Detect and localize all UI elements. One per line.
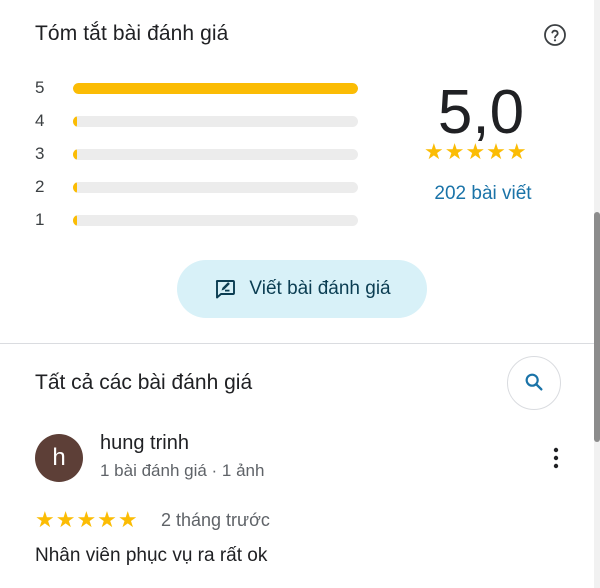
rating-bar-4: 4	[35, 111, 365, 144]
rating-bar-track	[73, 149, 358, 160]
more-vert-icon	[553, 447, 559, 474]
rating-bar-fill	[73, 149, 78, 160]
rating-bar-track	[73, 116, 358, 127]
average-rating: 5,0	[437, 78, 525, 147]
reviewer-avatar[interactable]: h	[35, 434, 83, 482]
review-time: 2 tháng trước	[161, 510, 270, 530]
rating-bar-2: 2	[35, 177, 365, 210]
rating-bar-label: 4	[35, 111, 45, 130]
rating-bar-track	[73, 182, 358, 193]
rating-distribution: 5 4 3 2 1	[35, 78, 365, 243]
summary-title: Tóm tắt bài đánh giá	[35, 22, 229, 45]
more-options-button[interactable]	[546, 446, 566, 474]
rating-bar-track	[73, 215, 358, 226]
write-review-label: Viết bài đánh giá	[249, 278, 391, 299]
section-divider	[0, 343, 600, 344]
rating-bar-fill	[73, 116, 78, 127]
scrollbar-thumb[interactable]	[594, 212, 600, 442]
rating-bar-1: 1	[35, 210, 365, 243]
review-count-link[interactable]: 202 bài viết	[424, 183, 542, 205]
rating-bar-label: 2	[35, 177, 45, 196]
rating-bar-3: 3	[35, 144, 365, 177]
rating-bar-fill	[73, 83, 358, 94]
rating-bar-label: 1	[35, 210, 45, 229]
search-icon	[523, 371, 545, 396]
review-stars: ★★★★★	[35, 507, 139, 532]
help-icon[interactable]	[543, 23, 567, 47]
write-review-button[interactable]: Viết bài đánh giá	[177, 260, 427, 318]
rating-bar-label: 5	[35, 78, 45, 97]
reviewer-meta: 1 bài đánh giá · 1 ảnh	[100, 461, 265, 480]
write-review-icon	[213, 277, 237, 301]
rating-bar-5: 5	[35, 78, 365, 111]
reviewer-name[interactable]: hung trinh	[100, 432, 189, 455]
search-reviews-button[interactable]	[507, 356, 561, 410]
rating-bar-fill	[73, 215, 78, 226]
review-text: Nhân viên phục vụ ra rất ok	[35, 545, 268, 566]
rating-bar-label: 3	[35, 144, 45, 163]
all-reviews-title: Tất cả các bài đánh giá	[35, 371, 253, 394]
rating-bar-track	[73, 83, 358, 94]
rating-bar-fill	[73, 182, 78, 193]
average-rating-stars: ★★★★★	[424, 139, 528, 164]
